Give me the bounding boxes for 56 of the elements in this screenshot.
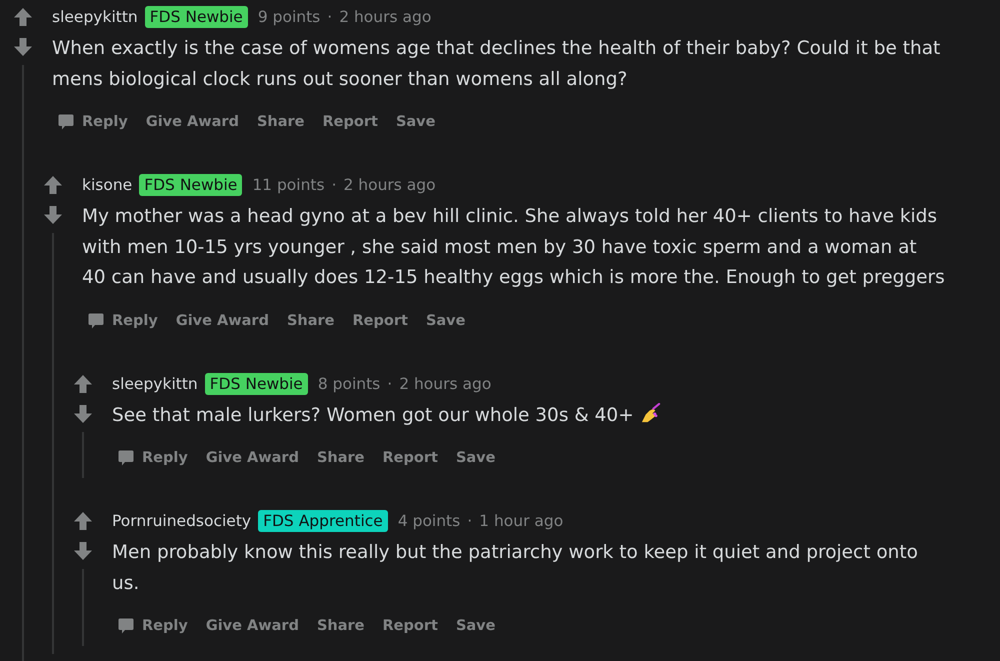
timestamp: 2 hours ago	[339, 8, 432, 26]
timestamp: 2 hours ago	[344, 176, 436, 194]
user-flair: FDS Newbie	[204, 372, 308, 394]
share-button[interactable]: Share	[282, 308, 340, 332]
username[interactable]: sleepykittn	[52, 8, 138, 26]
give-award-button[interactable]: Give Award	[200, 446, 304, 470]
comment-bubble-icon	[117, 449, 135, 467]
upvote-arrow-icon[interactable]	[73, 511, 93, 531]
share-button[interactable]: Share	[252, 110, 310, 134]
downvote-arrow-icon[interactable]	[73, 404, 93, 424]
points-count: 9 points	[258, 8, 320, 26]
report-button[interactable]: Report	[378, 446, 443, 470]
share-button[interactable]: Share	[312, 446, 370, 470]
report-button[interactable]: Report	[348, 308, 413, 332]
downvote-arrow-icon[interactable]	[43, 205, 63, 225]
save-button[interactable]: Save	[450, 446, 500, 470]
user-flair: FDS Apprentice	[258, 510, 388, 532]
upvote-arrow-icon[interactable]	[13, 7, 33, 27]
comment-bubble-icon	[117, 617, 135, 635]
reply-button[interactable]: Reply	[52, 110, 133, 134]
save-button[interactable]: Save	[390, 110, 440, 134]
comment-text: Men probably know this really but the patriarchy work to keep it quiet and project onto us.	[112, 542, 918, 594]
separator-dot: ·	[332, 176, 337, 194]
downvote-arrow-icon[interactable]	[73, 541, 93, 561]
report-button[interactable]: Report	[318, 110, 383, 134]
reply-button[interactable]: Reply	[82, 308, 163, 332]
downvote-arrow-icon[interactable]	[13, 37, 33, 57]
separator-dot: ·	[327, 8, 332, 26]
comment-bubble-icon	[87, 312, 105, 330]
points-count: 11 points	[252, 176, 325, 194]
user-flair: FDS Newbie	[144, 6, 248, 28]
separator-dot: ·	[467, 512, 472, 530]
reply-button[interactable]: Reply	[112, 614, 193, 638]
give-award-button[interactable]: Give Award	[200, 614, 304, 638]
report-button[interactable]: Report	[378, 614, 443, 638]
share-button[interactable]: Share	[312, 614, 370, 638]
username[interactable]: Pornruinedsociety	[112, 512, 252, 530]
timestamp: 2 hours ago	[399, 374, 492, 392]
username[interactable]: sleepykittn	[112, 374, 198, 392]
comment-text: When exactly is the case of womens age that declines the health of their baby? Could it be that mens biological clock runs out sooner than womens all along?	[52, 38, 940, 90]
upvote-arrow-icon[interactable]	[43, 175, 63, 195]
give-award-button[interactable]: Give Award	[170, 308, 274, 332]
upvote-arrow-icon[interactable]	[73, 374, 93, 394]
reply-button[interactable]: Reply	[112, 446, 193, 470]
user-flair: FDS Newbie	[139, 174, 242, 196]
comment-text: See that male lurkers? Women got our whole 30s & 40+	[112, 404, 634, 426]
separator-dot: ·	[387, 374, 392, 392]
save-button[interactable]: Save	[450, 614, 500, 638]
give-award-button[interactable]: Give Award	[140, 110, 244, 134]
comment-text: My mother was a head gyno at a bev hill clinic. She always told her 40+ clients to have kids with men 10-15 yrs younger , she said most men by 30 have toxic sperm and a woman at 40 can have and usually does 12-15 healthy eggs which is more the. Enough to get preggers	[82, 206, 945, 288]
timestamp: 1 hour ago	[479, 512, 564, 530]
username[interactable]: kisone	[82, 176, 132, 194]
save-button[interactable]: Save	[420, 308, 470, 332]
points-count: 4 points	[398, 512, 460, 530]
comment-bubble-icon	[57, 113, 75, 131]
points-count: 8 points	[318, 374, 380, 392]
